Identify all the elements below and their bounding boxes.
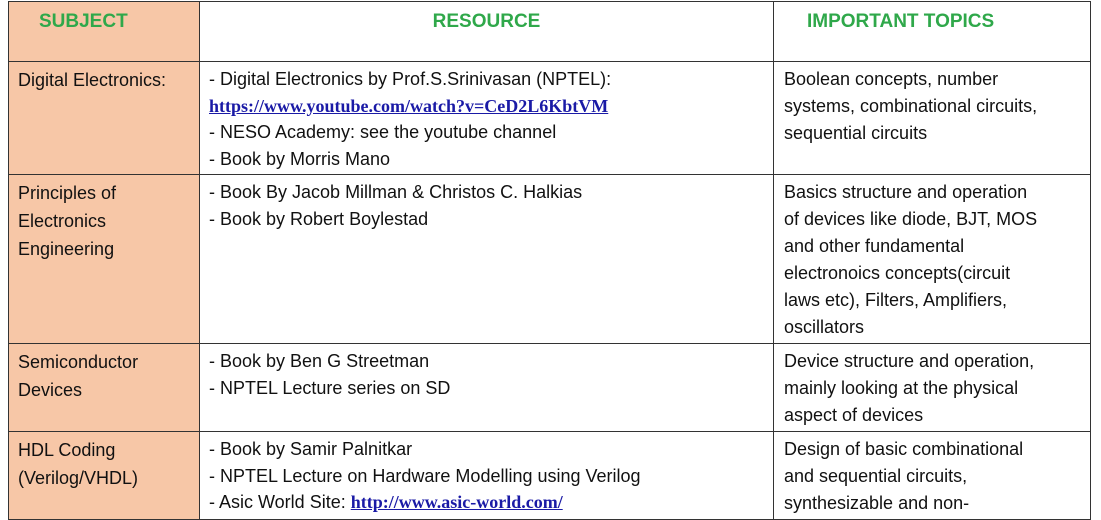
resource-item: - Asic World Site: bbox=[209, 492, 351, 512]
table-row: Digital Electronics: - Digital Electroni… bbox=[8, 61, 1091, 175]
subject-text: HDL Coding bbox=[18, 440, 116, 460]
table-row: Semiconductor Devices - Book by Ben G St… bbox=[8, 343, 1091, 432]
topics-cell: Basics structure and operation of device… bbox=[773, 174, 1091, 344]
subject-text: Principles of bbox=[18, 183, 117, 203]
topics-text: synthesizable and non- bbox=[784, 493, 970, 513]
subject-cell: Principles of Electronics Engineering bbox=[8, 174, 200, 344]
subject-text: Engineering bbox=[18, 239, 115, 259]
topics-text: oscillators bbox=[784, 317, 865, 337]
topics-text: sequential circuits bbox=[784, 123, 928, 143]
resource-item: - Book by Morris Mano bbox=[209, 148, 391, 169]
topics-text: aspect of devices bbox=[784, 405, 924, 425]
topics-header: IMPORTANT TOPICS bbox=[773, 1, 1091, 62]
resource-item: - Book by Samir Palnitkar bbox=[209, 439, 413, 459]
subject-cell: HDL Coding (Verilog/VHDL) bbox=[8, 431, 200, 520]
subject-cell: Digital Electronics: bbox=[8, 61, 200, 175]
topics-text: systems, combinational circuits, bbox=[784, 96, 1038, 116]
resource-item: - Book by Ben G Streetman bbox=[209, 351, 430, 371]
subject-header: SUBJECT bbox=[8, 1, 200, 62]
topics-text: and sequential circuits, bbox=[784, 466, 968, 486]
subject-text: Devices bbox=[18, 380, 83, 400]
topics-text: of devices like diode, BJT, MOS bbox=[784, 209, 1038, 229]
topics-text: electronoics concepts(circuit bbox=[784, 263, 1011, 283]
resource-item: - Digital Electronics by Prof.S.Srinivas… bbox=[209, 69, 612, 89]
subject-text: (Verilog/VHDL) bbox=[18, 468, 139, 488]
resource-cell: - Book by Ben G Streetman - NPTEL Lectur… bbox=[199, 343, 774, 432]
resource-item-with-link: - Asic World Site: http://www.asic-world… bbox=[209, 489, 765, 516]
resource-item: - NPTEL Lecture series on SD bbox=[209, 377, 451, 398]
resource-cell: - Book By Jacob Millman & Christos C. Ha… bbox=[199, 174, 774, 344]
resource-cell: - Digital Electronics by Prof.S.Srinivas… bbox=[199, 61, 774, 175]
asic-world-link[interactable]: http://www.asic-world.com/ bbox=[351, 492, 563, 512]
table-row: HDL Coding (Verilog/VHDL) - Book by Sami… bbox=[8, 431, 1091, 520]
youtube-link[interactable]: https://www.youtube.com/watch?v=CeD2L6Kb… bbox=[209, 96, 608, 116]
topics-cell: Device structure and operation, mainly l… bbox=[773, 343, 1091, 432]
subject-text: Semiconductor bbox=[18, 352, 139, 372]
resource-header: RESOURCE bbox=[199, 1, 774, 62]
topics-cell: Design of basic combinational and sequen… bbox=[773, 431, 1091, 520]
subject-cell: Semiconductor Devices bbox=[8, 343, 200, 432]
topics-cell: Boolean concepts, number systems, combin… bbox=[773, 61, 1091, 175]
resource-item: - Book By Jacob Millman & Christos C. Ha… bbox=[209, 182, 583, 202]
topics-text: Device structure and operation, bbox=[784, 351, 1035, 371]
resource-table: SUBJECT RESOURCE IMPORTANT TOPICS Digita… bbox=[8, 1, 1091, 520]
topics-text: Design of basic combinational bbox=[784, 439, 1024, 459]
subject-text: Electronics bbox=[18, 211, 107, 231]
resource-item: - NPTEL Lecture on Hardware Modelling us… bbox=[209, 465, 641, 486]
resource-item: - NESO Academy: see the youtube channel bbox=[209, 122, 557, 142]
resource-item: - Book by Robert Boylestad bbox=[209, 208, 429, 229]
topics-text: laws etc), Filters, Amplifiers, bbox=[784, 290, 1008, 310]
resource-cell: - Book by Samir Palnitkar - NPTEL Lectur… bbox=[199, 431, 774, 520]
subject-text: Digital Electronics: bbox=[18, 70, 167, 90]
table-row: Principles of Electronics Engineering - … bbox=[8, 174, 1091, 344]
topics-text: Boolean concepts, number bbox=[784, 69, 999, 89]
header-row: SUBJECT RESOURCE IMPORTANT TOPICS bbox=[8, 1, 1091, 62]
topics-text: mainly looking at the physical bbox=[784, 378, 1019, 398]
topics-text: and other fundamental bbox=[784, 236, 965, 256]
topics-text: Basics structure and operation bbox=[784, 182, 1028, 202]
